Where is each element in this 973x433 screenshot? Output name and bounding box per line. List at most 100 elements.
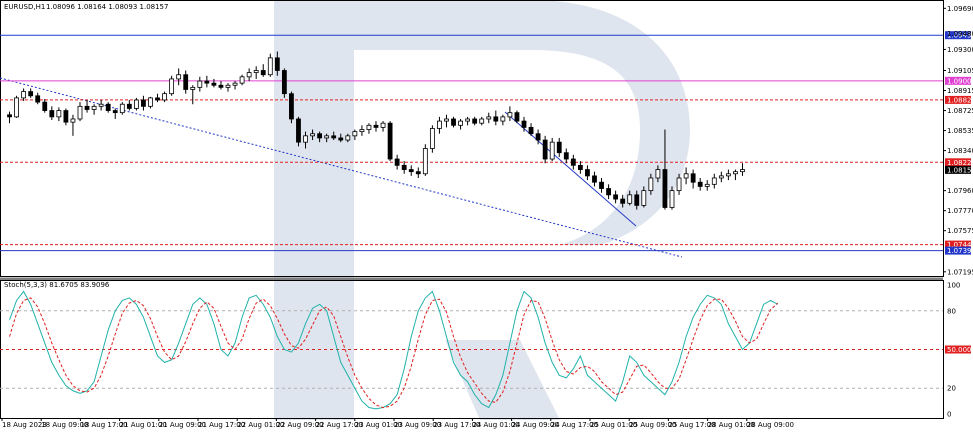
- candle-body-84: [599, 181, 604, 189]
- candle-body-95: [676, 177, 682, 192]
- candle-body-35: [253, 70, 259, 74]
- stoch-k-line: [9, 290, 778, 410]
- candle-body-45: [324, 135, 330, 139]
- stoch-scale-label-0: 100: [947, 282, 960, 290]
- candle-body-71: [507, 112, 513, 118]
- candle-body-80: [570, 158, 576, 166]
- candle-body-99: [704, 183, 710, 187]
- candle-body-83: [592, 175, 597, 183]
- candle-body-81: [577, 164, 583, 170]
- candle-body-77: [549, 141, 555, 160]
- candle-body-3: [28, 91, 34, 97]
- candle-body-100: [711, 177, 717, 185]
- candle-body-85: [606, 188, 611, 196]
- candle-body-63: [451, 118, 456, 126]
- candle-body-66: [472, 118, 478, 124]
- chart-terminal: 1.094351.090021.088211.082291.074481.073…: [0, 0, 973, 431]
- candle-body-102: [725, 173, 731, 177]
- candle-body-96: [683, 173, 689, 179]
- candle-body-16: [119, 103, 125, 114]
- candle-body-89: [634, 194, 640, 206]
- candle-body-82: [585, 169, 590, 177]
- candle-body-47: [338, 137, 344, 141]
- time-axis: 18 Aug 202318 Aug 09:0018 Aug 17:0021 Au…: [1, 418, 794, 429]
- candle-body-49: [352, 131, 358, 137]
- candle-body-10: [77, 105, 83, 120]
- candle-body-33: [239, 76, 245, 84]
- candle-body-26: [190, 86, 196, 90]
- candle-body-44: [317, 133, 323, 139]
- candle-body-75: [535, 133, 541, 141]
- time-label-19: 28 Aug 09:00: [747, 421, 794, 429]
- candle-body-90: [641, 190, 647, 206]
- candle-body-98: [697, 181, 703, 187]
- candle-body-19: [141, 99, 146, 107]
- candle-body-11: [84, 105, 90, 110]
- candle-body-7: [56, 110, 62, 118]
- candle-body-0: [7, 114, 12, 118]
- price-line-label-5: 1.07391: [947, 247, 973, 255]
- candle-body-9: [70, 118, 76, 123]
- candle-body-78: [556, 141, 562, 154]
- candle-body-15: [112, 110, 118, 114]
- candle-body-13: [98, 103, 104, 107]
- candle-body-48: [345, 135, 351, 141]
- candle-body-73: [521, 120, 527, 128]
- chart-symbol: EURUSD,H1: [4, 3, 45, 11]
- candle-body-25: [183, 74, 189, 90]
- candle-body-41: [296, 118, 301, 143]
- candle-body-18: [133, 99, 139, 109]
- indicator-label: Stoch(5,3,3) 81.6705 83.9096: [4, 281, 110, 289]
- candle-body-5: [42, 101, 48, 111]
- trend-segment: [504, 111, 637, 227]
- price-line-label-1: 1.09002: [947, 77, 973, 85]
- chart-ohlc: 1.08096 1.08164 1.08093 1.08157: [46, 3, 168, 11]
- candle-body-86: [613, 194, 619, 200]
- candle-body-1: [14, 97, 19, 118]
- price-tick-label-7: 1.07960: [947, 187, 973, 195]
- candle-body-38: [274, 57, 280, 71]
- candle-body-97: [690, 173, 696, 183]
- candle-body-76: [542, 139, 548, 160]
- candle-body-55: [394, 158, 400, 166]
- candle-body-69: [493, 116, 499, 122]
- candle-body-91: [648, 177, 654, 192]
- candle-body-21: [155, 97, 160, 101]
- candle-body-2: [21, 91, 27, 99]
- candle-body-60: [429, 128, 435, 149]
- stoch-scale-label-1: 80: [947, 307, 956, 315]
- candle-body-70: [500, 116, 506, 122]
- candle-body-39: [281, 70, 287, 95]
- candle-body-67: [479, 118, 485, 124]
- candle-body-92: [655, 169, 661, 179]
- stoch-scale-label-3: 0: [947, 411, 951, 419]
- candle-body-101: [718, 175, 724, 179]
- price-tick-label-0: 1.09690: [947, 5, 973, 13]
- candle-body-72: [514, 112, 520, 122]
- candle-body-42: [303, 135, 308, 143]
- price-tick-label-1: 1.09300: [947, 46, 973, 54]
- candle-body-32: [232, 82, 238, 86]
- candle-body-61: [437, 120, 442, 129]
- candle-body-74: [528, 127, 534, 135]
- candle-body-53: [380, 122, 386, 128]
- chart-svg[interactable]: 1.094351.090021.088211.082291.074481.073…: [0, 0, 973, 431]
- stoch-scale-label-2: 20: [947, 385, 956, 393]
- candle-body-8: [63, 110, 69, 123]
- candle-body-46: [331, 135, 337, 139]
- candle-body-34: [246, 72, 252, 78]
- candle-body-65: [465, 118, 471, 122]
- candle-body-14: [105, 103, 111, 111]
- candle-body-103: [733, 171, 738, 175]
- candle-body-62: [444, 118, 449, 122]
- current-price-label: 1.08157: [947, 166, 973, 174]
- candle-body-6: [49, 110, 55, 118]
- price-tick-label-6: 1.08340: [947, 147, 973, 155]
- candle-body-37: [267, 57, 273, 76]
- candle-body-87: [620, 198, 626, 204]
- candle-body-40: [289, 93, 294, 120]
- candle-body-59: [422, 148, 428, 175]
- candle-body-64: [458, 120, 463, 126]
- price-tick-label-5: 1.08535: [947, 127, 973, 135]
- candle-body-51: [366, 124, 372, 130]
